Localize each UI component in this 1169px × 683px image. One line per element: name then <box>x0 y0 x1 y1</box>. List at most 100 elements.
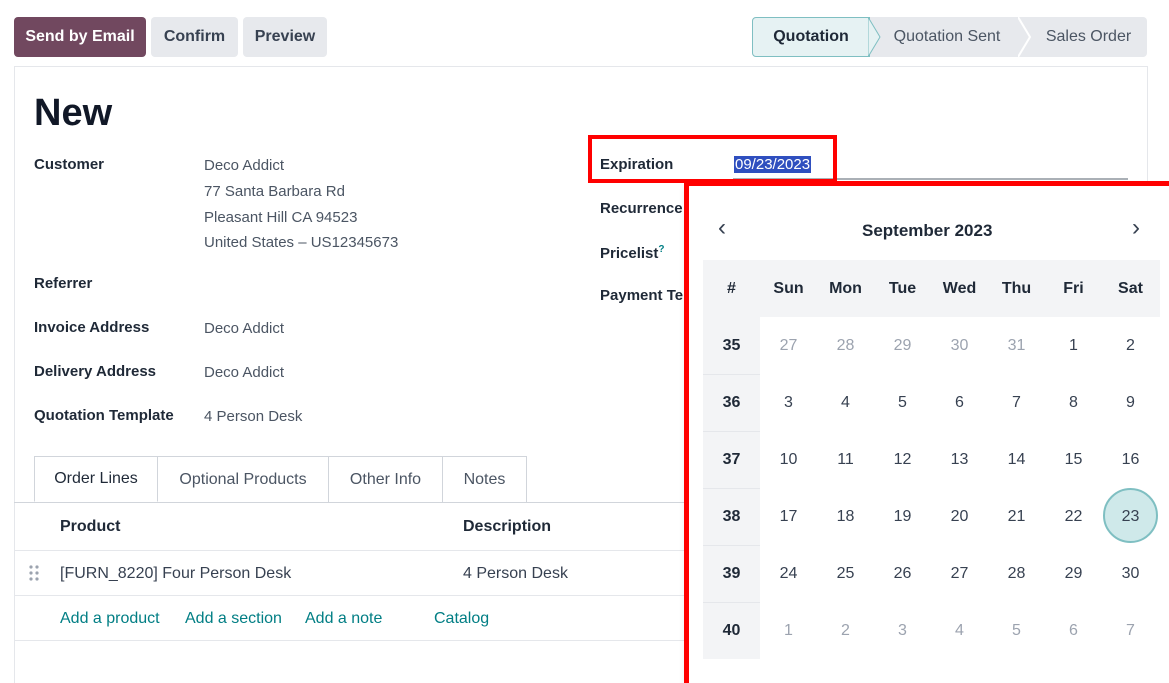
weekday-header: Sun <box>773 280 804 297</box>
calendar-day[interactable]: 26 <box>874 565 931 583</box>
weekday-header: Sat <box>1118 280 1143 297</box>
calendar-day[interactable]: 13 <box>931 451 988 469</box>
catalog-link[interactable]: Catalog <box>434 610 489 628</box>
calendar-day[interactable]: 7 <box>1102 622 1159 640</box>
column-header-product[interactable]: Product <box>60 518 120 536</box>
quotation-template-field[interactable]: 4 Person Desk <box>204 408 302 425</box>
calendar-day[interactable]: 5 <box>874 394 931 412</box>
quotation-template-label: Quotation Template <box>34 407 174 424</box>
confirm-button[interactable]: Confirm <box>151 17 238 57</box>
week-number-header: # <box>727 280 736 297</box>
tabs-divider <box>14 502 714 503</box>
drag-handle-icon[interactable] <box>28 564 40 582</box>
referrer-label: Referrer <box>34 275 93 292</box>
payment-terms-label: Payment Te <box>600 287 684 304</box>
week-number: 37 <box>722 451 741 468</box>
invoice-address-label: Invoice Address <box>34 319 150 336</box>
stage-quotation-sent[interactable]: Quotation Sent <box>876 17 1018 57</box>
calendar-day[interactable]: 28 <box>817 337 874 355</box>
delivery-address-field[interactable]: Deco Addict <box>204 364 284 381</box>
calendar-day[interactable]: 30 <box>1102 565 1159 583</box>
calendar-day[interactable]: 29 <box>874 337 931 355</box>
help-icon[interactable]: ? <box>658 244 664 255</box>
weekday-header: Wed <box>942 280 977 297</box>
calendar-day[interactable]: 31 <box>988 337 1045 355</box>
weekday-header: Fri <box>1063 280 1084 297</box>
weekday-header: Mon <box>829 280 862 297</box>
calendar-day[interactable]: 8 <box>1045 394 1102 412</box>
week-divider <box>703 602 760 603</box>
calendar-day[interactable]: 1 <box>1045 337 1102 355</box>
customer-address-line: United States – US12345673 <box>204 234 399 251</box>
calendar-day[interactable]: 28 <box>988 565 1045 583</box>
weekday-header: Thu <box>1001 280 1032 297</box>
prev-month-icon[interactable]: ‹ <box>718 214 726 242</box>
customer-label: Customer <box>34 156 105 173</box>
row-divider <box>14 640 714 641</box>
calendar-day[interactable]: 6 <box>931 394 988 412</box>
week-divider <box>703 545 760 546</box>
calendar-day[interactable]: 11 <box>817 451 874 469</box>
calendar-day[interactable]: 22 <box>1045 508 1102 526</box>
calendar-day[interactable]: 17 <box>760 508 817 526</box>
tab-optional-products[interactable]: Optional Products <box>158 456 329 502</box>
customer-address-line: Pleasant Hill CA 94523 <box>204 209 358 226</box>
calendar-day[interactable]: 18 <box>817 508 874 526</box>
calendar-day[interactable]: 3 <box>874 622 931 640</box>
customer-name[interactable]: Deco Addict <box>204 157 284 174</box>
calendar-day[interactable]: 10 <box>760 451 817 469</box>
calendar-day[interactable]: 20 <box>931 508 988 526</box>
calendar-day[interactable]: 12 <box>874 451 931 469</box>
expiration-highlight-box <box>588 135 837 183</box>
calendar-day[interactable]: 5 <box>988 622 1045 640</box>
column-header-description[interactable]: Description <box>463 518 551 536</box>
week-number: 38 <box>722 508 741 525</box>
add-note-link[interactable]: Add a note <box>305 610 382 628</box>
tab-order-lines[interactable]: Order Lines <box>34 456 158 502</box>
calendar-day[interactable]: 1 <box>760 622 817 640</box>
customer-address-line: 77 Santa Barbara Rd <box>204 183 345 200</box>
header-divider <box>14 550 714 551</box>
next-month-icon[interactable]: › <box>1132 214 1140 242</box>
calendar-day[interactable]: 4 <box>931 622 988 640</box>
weekday-header: Tue <box>888 280 917 297</box>
invoice-address-field[interactable]: Deco Addict <box>204 320 284 337</box>
notebook-tabs: Order Lines Optional Products Other Info… <box>34 456 527 502</box>
calendar-day[interactable]: 7 <box>988 394 1045 412</box>
calendar-day[interactable]: 2 <box>817 622 874 640</box>
week-divider <box>703 488 760 489</box>
calendar-day[interactable]: 9 <box>1102 394 1159 412</box>
calendar-day[interactable]: 19 <box>874 508 931 526</box>
page-title: New <box>34 92 113 134</box>
calendar-day[interactable]: 6 <box>1045 622 1102 640</box>
calendar-day[interactable]: 25 <box>817 565 874 583</box>
calendar-day[interactable]: 24 <box>760 565 817 583</box>
status-bar: Quotation Quotation Sent Sales Order <box>752 17 1147 57</box>
calendar-day[interactable]: 27 <box>931 565 988 583</box>
calendar-day[interactable]: 14 <box>988 451 1045 469</box>
calendar-month-label[interactable]: September 2023 <box>862 221 992 241</box>
add-product-link[interactable]: Add a product <box>60 610 160 628</box>
send-by-email-button[interactable]: Send by Email <box>14 17 146 57</box>
calendar-day[interactable]: 27 <box>760 337 817 355</box>
week-number: 35 <box>722 337 741 354</box>
week-number: 40 <box>722 622 741 639</box>
stage-quotation[interactable]: Quotation <box>752 17 870 57</box>
calendar-day[interactable]: 29 <box>1045 565 1102 583</box>
calendar-day[interactable]: 15 <box>1045 451 1102 469</box>
calendar-day[interactable]: 21 <box>988 508 1045 526</box>
order-line-description[interactable]: 4 Person Desk <box>463 565 568 583</box>
calendar-day[interactable]: 3 <box>760 394 817 412</box>
order-line-product[interactable]: [FURN_8220] Four Person Desk <box>60 565 291 583</box>
calendar-day[interactable]: 16 <box>1102 451 1159 469</box>
calendar-day-selected[interactable]: 23 <box>1102 508 1159 526</box>
calendar-day[interactable]: 2 <box>1102 337 1159 355</box>
stage-sales-order[interactable]: Sales Order <box>1030 17 1147 57</box>
tab-other-info[interactable]: Other Info <box>329 456 443 502</box>
calendar-day[interactable]: 4 <box>817 394 874 412</box>
add-section-link[interactable]: Add a section <box>185 610 282 628</box>
preview-button[interactable]: Preview <box>243 17 327 57</box>
tab-notes[interactable]: Notes <box>443 456 527 502</box>
calendar-day[interactable]: 30 <box>931 337 988 355</box>
week-number: 39 <box>722 565 741 582</box>
